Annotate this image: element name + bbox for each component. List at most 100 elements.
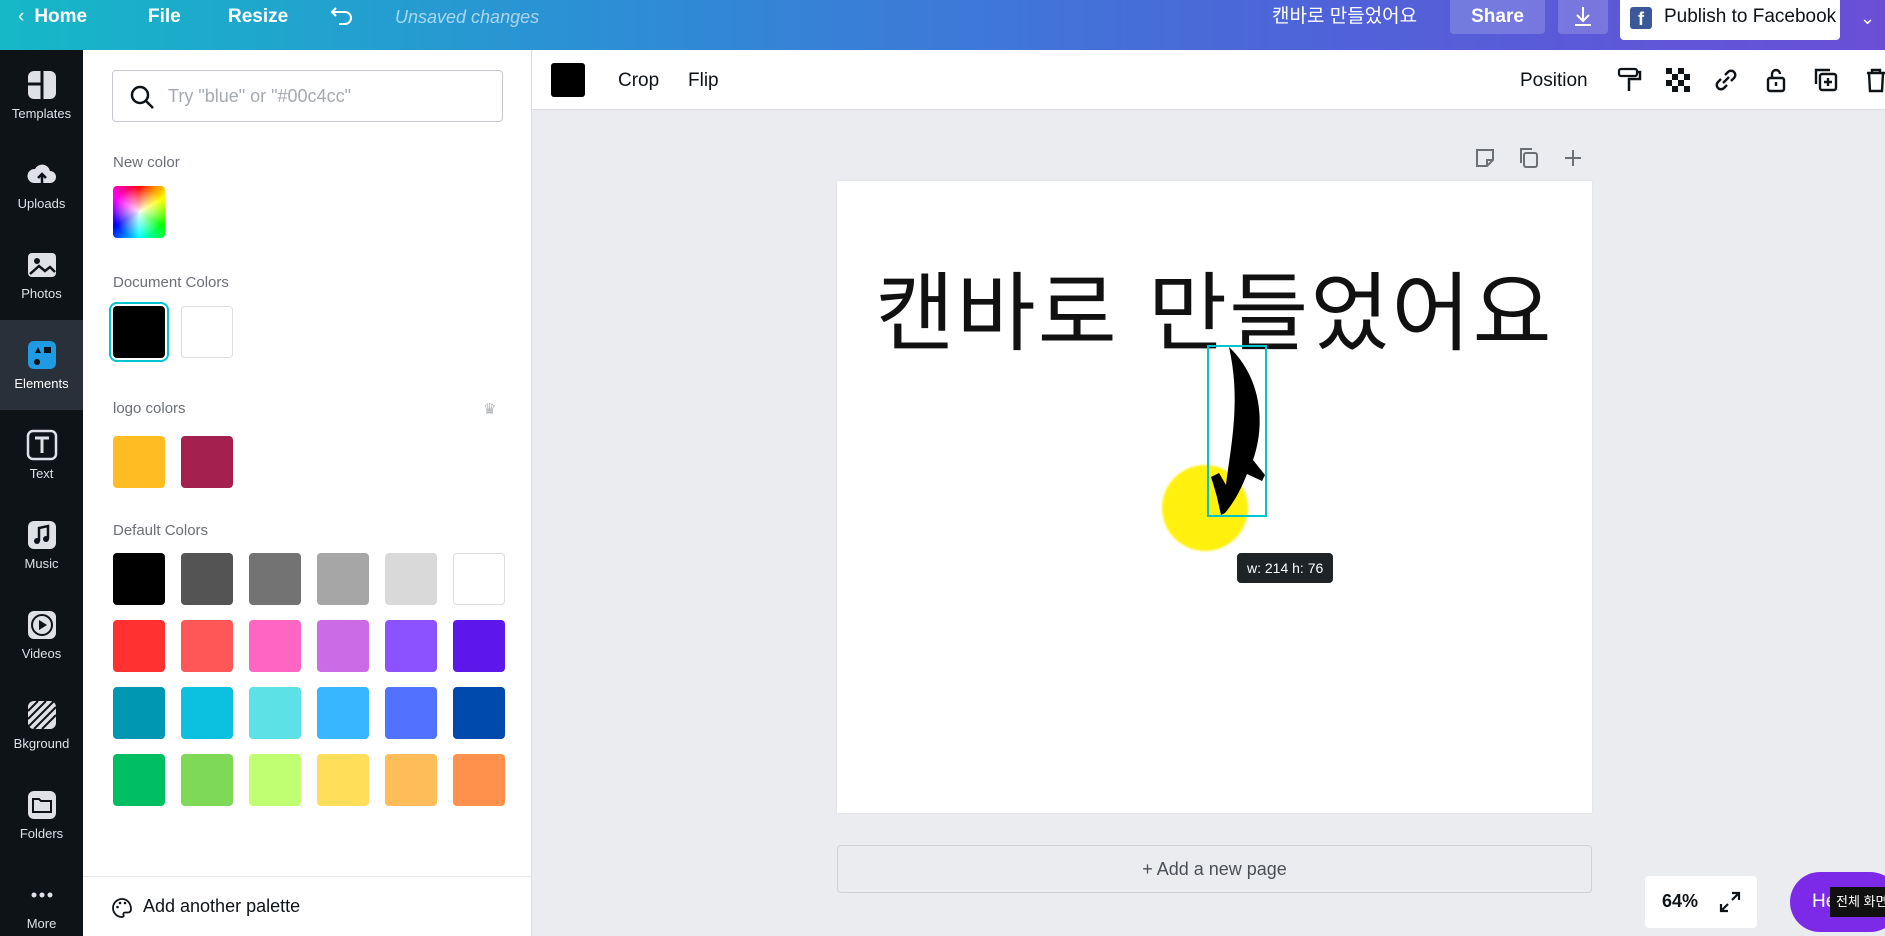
document-color-black[interactable] xyxy=(113,306,165,358)
top-bar: ‹ Home File Resize Unsaved changes 캔바로 만들… xyxy=(0,0,1885,50)
link-icon[interactable] xyxy=(1712,66,1740,94)
transparency-icon[interactable] xyxy=(1664,66,1692,94)
rail-item-photos[interactable]: Photos xyxy=(0,230,83,320)
default-color-swatch[interactable] xyxy=(181,687,233,739)
default-color-swatch[interactable] xyxy=(113,687,165,739)
editor-toolbar: Crop Flip Position xyxy=(532,50,1885,110)
add-page-icon[interactable] xyxy=(1560,145,1586,171)
templates-icon xyxy=(27,71,56,99)
text-icon xyxy=(26,429,57,461)
elements-icon xyxy=(27,341,56,369)
default-color-swatch[interactable] xyxy=(317,620,369,672)
default-colors-label: Default Colors xyxy=(113,522,209,539)
default-color-swatch[interactable] xyxy=(249,754,301,806)
rail-label: Elements xyxy=(14,376,69,391)
chevron-down-icon[interactable]: ⌄ xyxy=(1860,8,1875,29)
unsaved-status: Unsaved changes xyxy=(395,7,540,27)
rail-item-background[interactable]: Bkground xyxy=(0,680,83,770)
file-menu[interactable]: File xyxy=(148,0,181,34)
share-button[interactable]: Share xyxy=(1450,0,1545,34)
add-new-page-button[interactable]: + Add a new page xyxy=(837,845,1592,893)
default-color-swatch[interactable] xyxy=(249,687,301,739)
document-title[interactable]: 캔바로 만들었어요 xyxy=(1272,0,1417,34)
copy-page-icon[interactable] xyxy=(1516,145,1542,171)
undo-button[interactable] xyxy=(330,5,354,39)
logo-color-yellow[interactable] xyxy=(113,436,165,488)
default-color-swatch[interactable] xyxy=(113,754,165,806)
download-button[interactable] xyxy=(1558,0,1608,34)
add-palette-label: Add another palette xyxy=(143,896,301,916)
document-color-white[interactable] xyxy=(181,306,233,358)
design-page[interactable]: 캔바로 만들었어요 w: 214 h: 76 xyxy=(837,181,1592,813)
crop-button[interactable]: Crop xyxy=(618,70,659,92)
rail-item-uploads[interactable]: Uploads xyxy=(0,140,83,230)
default-color-swatch[interactable] xyxy=(385,687,437,739)
default-color-swatch[interactable] xyxy=(181,620,233,672)
rail-label: Uploads xyxy=(17,196,66,211)
new-color-gradient xyxy=(113,186,165,238)
position-button[interactable]: Position xyxy=(1520,70,1588,92)
default-color-swatch[interactable] xyxy=(181,754,233,806)
color-picker-button[interactable] xyxy=(551,63,585,97)
default-color-swatch[interactable] xyxy=(453,553,505,605)
rail-label: Folders xyxy=(19,826,64,841)
rail-item-text[interactable]: Text xyxy=(0,410,83,500)
facebook-icon: f xyxy=(1630,7,1652,29)
rail-label: Templates xyxy=(11,106,72,121)
rail-label: Music xyxy=(24,556,59,571)
rail-item-videos[interactable]: Videos xyxy=(0,590,83,680)
palette-icon xyxy=(112,898,132,918)
rail-item-folders[interactable]: Folders xyxy=(0,770,83,860)
rail-item-elements[interactable]: Elements xyxy=(0,320,83,410)
color-search-input[interactable]: Try "blue" or "#00c4cc" xyxy=(112,70,503,122)
add-palette-button[interactable]: Add another palette xyxy=(83,876,532,936)
rail-label: Bkground xyxy=(13,736,70,751)
default-color-swatch[interactable] xyxy=(385,620,437,672)
default-color-swatch[interactable] xyxy=(453,754,505,806)
logo-color-crimson[interactable] xyxy=(181,436,233,488)
duplicate-icon[interactable] xyxy=(1812,66,1840,94)
publish-facebook-label: Publish to Facebook xyxy=(1664,6,1837,27)
default-color-swatch[interactable] xyxy=(453,687,505,739)
more-icon xyxy=(31,892,52,898)
default-color-swatch[interactable] xyxy=(453,620,505,672)
default-color-swatch[interactable] xyxy=(181,553,233,605)
flip-button[interactable]: Flip xyxy=(688,70,719,92)
home-button[interactable]: ‹ Home xyxy=(18,0,87,34)
default-color-swatch[interactable] xyxy=(113,620,165,672)
video-icon xyxy=(27,611,56,639)
default-color-swatch[interactable] xyxy=(249,620,301,672)
unlock-icon[interactable] xyxy=(1762,66,1790,94)
crown-icon: ♛ xyxy=(483,401,497,418)
document-colors-label: Document Colors xyxy=(113,274,229,291)
download-icon xyxy=(1575,7,1591,26)
default-color-swatch[interactable] xyxy=(113,553,165,605)
selection-box[interactable] xyxy=(1207,345,1267,517)
default-color-swatch[interactable] xyxy=(385,754,437,806)
default-color-swatch[interactable] xyxy=(249,553,301,605)
rail-label: Videos xyxy=(21,646,62,661)
rail-item-more[interactable]: More xyxy=(0,860,83,936)
trash-icon[interactable] xyxy=(1862,66,1885,94)
default-color-swatch[interactable] xyxy=(317,553,369,605)
fullscreen-tooltip: 전체 화면 xyxy=(1830,887,1885,917)
background-icon xyxy=(26,700,57,730)
upload-icon xyxy=(26,164,56,185)
rail-label: Text xyxy=(29,466,54,481)
new-color-label: New color xyxy=(113,154,180,171)
new-color-swatch[interactable] xyxy=(113,186,165,238)
note-icon[interactable] xyxy=(1472,145,1498,171)
default-color-swatch[interactable] xyxy=(317,754,369,806)
music-icon xyxy=(27,521,56,549)
paint-roller-icon[interactable] xyxy=(1615,66,1643,94)
chevron-left-icon: ‹ xyxy=(18,6,25,27)
side-nav: Templates Uploads Photos Elements Text M… xyxy=(0,50,83,936)
rail-item-music[interactable]: Music xyxy=(0,500,83,590)
rail-item-templates[interactable]: Templates xyxy=(0,50,83,140)
publish-facebook-button[interactable]: f Publish to Facebook xyxy=(1620,0,1840,40)
default-color-swatch[interactable] xyxy=(385,553,437,605)
resize-button[interactable]: Resize xyxy=(228,0,288,34)
fullscreen-icon[interactable] xyxy=(1718,890,1742,914)
zoom-control[interactable]: 64% xyxy=(1645,876,1757,928)
default-color-swatch[interactable] xyxy=(317,687,369,739)
